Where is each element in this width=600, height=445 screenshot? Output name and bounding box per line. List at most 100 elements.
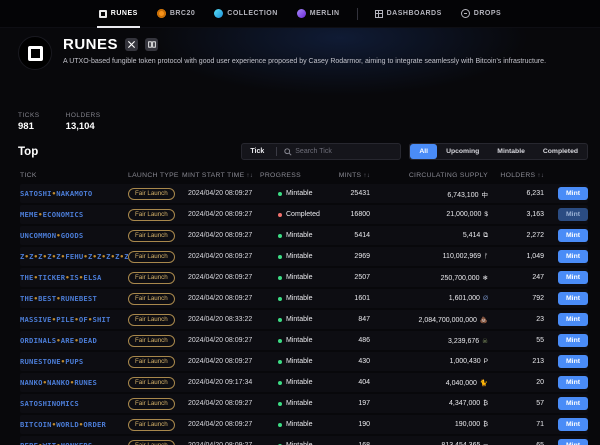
- tick-link[interactable]: THE•TICKER•IS•ELSA: [20, 273, 128, 282]
- tick-link[interactable]: SATOSHINOMICS: [20, 399, 128, 408]
- nav-item-drops[interactable]: DROPS: [459, 0, 503, 28]
- tick-link[interactable]: SATOSHI•NAKAMOTO: [20, 189, 128, 198]
- mint-button[interactable]: Mint: [558, 292, 588, 305]
- column-header-mints[interactable]: MINTS ↑↓: [324, 172, 370, 179]
- circulating-supply: 250,700,000❄: [370, 274, 488, 282]
- mint-start-time: 2024/04/20 09:17:34: [182, 379, 260, 386]
- nav-item-label: DROPS: [474, 10, 501, 17]
- sort-icon[interactable]: ↑↓: [246, 173, 253, 179]
- nav-item-merlin[interactable]: MERLIN: [295, 0, 342, 28]
- column-header-holders[interactable]: HOLDERS ↑↓: [488, 172, 544, 179]
- nav-item-runes[interactable]: RUNES: [97, 0, 140, 28]
- holders-value: 71: [488, 421, 544, 428]
- book-icon: [148, 41, 156, 48]
- status-dot: [278, 381, 282, 385]
- nav-item-dashboards[interactable]: DASHBOARDS: [373, 0, 444, 28]
- progress-status: Mintable: [260, 274, 324, 281]
- twitter-x-button[interactable]: [125, 38, 138, 51]
- progress-status: Mintable: [260, 379, 324, 386]
- tick-link[interactable]: Z•Z•Z•Z•Z•FEHU•Z•Z•Z•Z•Z: [20, 252, 128, 261]
- launch-type-badge: Fair Launch: [128, 209, 175, 221]
- table-row: SATOSHI•NAKAMOTO Fair Launch 2024/04/20 …: [20, 184, 588, 203]
- mint-button[interactable]: Mint: [558, 271, 588, 284]
- tick-link[interactable]: MEME•ECONOMICS: [20, 210, 128, 219]
- mint-button[interactable]: Mint: [558, 397, 588, 410]
- tick-link[interactable]: ORDINALS•ARE•DEAD: [20, 336, 128, 345]
- tick-link[interactable]: NANKO•NANKO•RUNES: [20, 378, 128, 387]
- progress-status: Mintable: [260, 253, 324, 260]
- progress-status: Mintable: [260, 421, 324, 428]
- mint-button[interactable]: Mint: [558, 439, 588, 445]
- table-row: THE•TICKER•IS•ELSA Fair Launch 2024/04/2…: [20, 268, 588, 287]
- mint-start-time: 2024/04/20 08:09:27: [182, 211, 260, 218]
- mints-value: 404: [324, 379, 370, 386]
- mints-value: 2969: [324, 253, 370, 260]
- launch-type-badge: Fair Launch: [128, 188, 175, 200]
- mint-button[interactable]: Mint: [558, 355, 588, 368]
- status-dot: [278, 360, 282, 364]
- column-header-progress[interactable]: PROGRESS: [260, 172, 324, 179]
- top-nav: RUNES BRC20 COLLECTION MERLIN DASHBOARDS…: [0, 0, 600, 28]
- mint-button[interactable]: Mint: [558, 229, 588, 242]
- tick-link[interactable]: BITCOIN•WORLD•ORDER: [20, 420, 128, 429]
- filter-all[interactable]: All: [410, 144, 437, 159]
- mints-value: 25431: [324, 190, 370, 197]
- mint-button[interactable]: Mint: [558, 313, 588, 326]
- search-divider: [276, 147, 277, 156]
- tick-link[interactable]: UNCOMMON•GOODS: [20, 231, 128, 240]
- stat-label: TICKS: [18, 112, 40, 119]
- sort-icon[interactable]: ↑↓: [363, 173, 370, 179]
- merlin-icon: [297, 9, 306, 18]
- filter-mintable[interactable]: Mintable: [488, 144, 534, 159]
- holders-value: 3,163: [488, 211, 544, 218]
- tick-link[interactable]: RUNESTONE•PUPS: [20, 357, 128, 366]
- mints-value: 1601: [324, 295, 370, 302]
- tick-link[interactable]: THE•BEST•RUNEBEST: [20, 294, 128, 303]
- tick-link[interactable]: PEPE•WIT•HONKERS: [20, 441, 128, 445]
- mint-button[interactable]: Mint: [558, 250, 588, 263]
- filter-completed[interactable]: Completed: [534, 144, 587, 159]
- search-input[interactable]: Search Tick: [295, 148, 332, 155]
- sort-icon[interactable]: ↑↓: [537, 173, 544, 179]
- search-box[interactable]: Tick Search Tick: [241, 143, 401, 160]
- mints-value: 2507: [324, 274, 370, 281]
- column-header-launch-type[interactable]: LAUNCH TYPE: [128, 172, 182, 179]
- mint-start-time: 2024/04/20 08:09:27: [182, 400, 260, 407]
- holders-value: 1,049: [488, 253, 544, 260]
- nav-item-label: DASHBOARDS: [387, 10, 442, 17]
- tick-link[interactable]: MASSIVE•PILE•OF•SHIT: [20, 315, 128, 324]
- nav-item-collection[interactable]: COLLECTION: [212, 0, 280, 28]
- circulating-supply: 190,000₿: [370, 421, 488, 428]
- table-row: SATOSHINOMICS Fair Launch 2024/04/20 08:…: [20, 394, 588, 413]
- table-row: MASSIVE•PILE•OF•SHIT Fair Launch 2024/04…: [20, 310, 588, 329]
- mint-button: Mint: [558, 208, 588, 221]
- nav-item-brc20[interactable]: BRC20: [155, 0, 197, 28]
- mint-button[interactable]: Mint: [558, 376, 588, 389]
- circulating-supply: 5,414⧉: [370, 232, 488, 240]
- docs-button[interactable]: [145, 38, 158, 51]
- holders-value: 247: [488, 274, 544, 281]
- status-dot: [278, 318, 282, 322]
- holders-value: 23: [488, 316, 544, 323]
- mints-value: 197: [324, 400, 370, 407]
- column-header-tick[interactable]: TICK: [20, 172, 128, 179]
- launch-type-badge: Fair Launch: [128, 377, 175, 389]
- mint-button[interactable]: Mint: [558, 187, 588, 200]
- mint-start-time: 2024/04/20 08:09:27: [182, 337, 260, 344]
- search-icon: [284, 148, 292, 156]
- mint-start-time: 2024/04/20 08:09:27: [182, 295, 260, 302]
- holders-value: 2,272: [488, 232, 544, 239]
- mints-value: 190: [324, 421, 370, 428]
- mint-start-time: 2024/04/20 08:09:27: [182, 253, 260, 260]
- search-category-select[interactable]: Tick: [242, 148, 276, 155]
- column-header-circulating-supply[interactable]: CIRCULATING SUPPLY: [370, 172, 488, 179]
- filter-upcoming[interactable]: Upcoming: [437, 144, 488, 159]
- section-title: Top: [18, 146, 38, 158]
- launch-type-badge: Fair Launch: [128, 398, 175, 410]
- column-header-mint-start-time[interactable]: MINT START TIME ↑↓: [182, 172, 260, 179]
- mint-start-time: 2024/04/20 08:09:27: [182, 358, 260, 365]
- mint-button[interactable]: Mint: [558, 334, 588, 347]
- mints-value: 486: [324, 337, 370, 344]
- table-row: RUNESTONE•PUPS Fair Launch 2024/04/20 08…: [20, 352, 588, 371]
- mint-button[interactable]: Mint: [558, 418, 588, 431]
